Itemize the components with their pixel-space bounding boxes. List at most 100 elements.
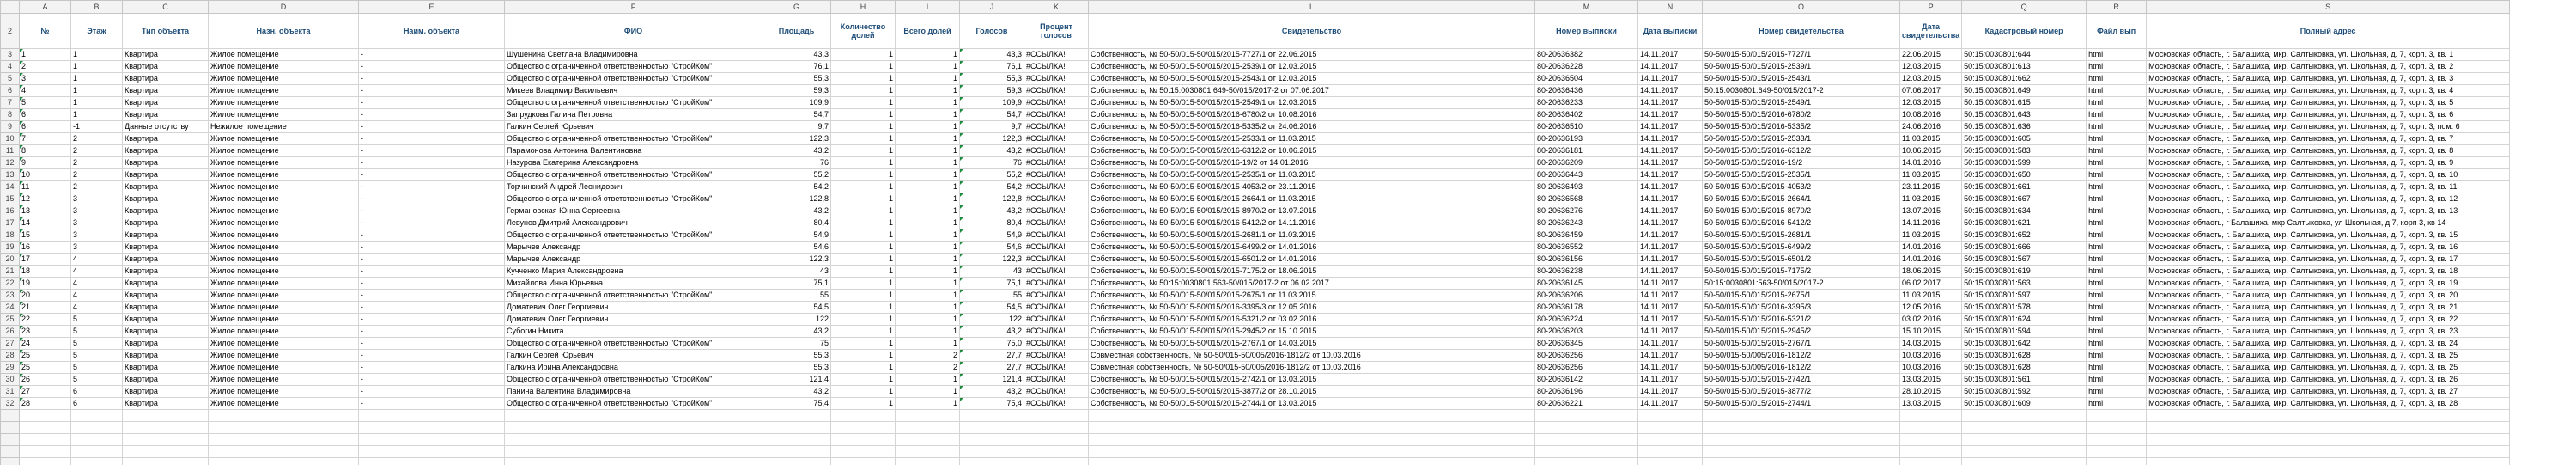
cell-q[interactable]: 50:15:0030801:634	[1961, 205, 2087, 217]
cell-f[interactable]: Запрудкова Галина Петровна	[504, 108, 762, 121]
empty-cell[interactable]	[762, 433, 831, 446]
cell-j[interactable]: 76	[959, 156, 1024, 169]
empty-cell[interactable]	[959, 457, 1024, 465]
cell-r[interactable]: html	[2086, 193, 2148, 205]
empty-cell[interactable]	[70, 457, 123, 465]
cell-g[interactable]: 76,1	[762, 60, 831, 73]
cell-e[interactable]: -	[358, 337, 505, 350]
cell-l[interactable]: Собственность, № 50-50/015-50/015/2016-5…	[1088, 120, 1535, 133]
cell-nn[interactable]: 14.11.2017	[1637, 385, 1703, 398]
cell-s[interactable]: Московская область, г. Балашиха, мкр. Са…	[2146, 361, 2511, 374]
row-header[interactable]: 22	[0, 277, 20, 290]
cell-e[interactable]: -	[358, 120, 505, 133]
spreadsheet-grid[interactable]: ABCDEFGHIJKLMNOPQRS 2 № Этаж Тип объекта На…	[0, 0, 2511, 465]
cell-e[interactable]: -	[358, 265, 505, 278]
row-header[interactable]: 25	[0, 313, 20, 326]
cell-h[interactable]: 1	[830, 361, 896, 374]
cell-j[interactable]: 122,3	[959, 253, 1024, 266]
cell-l[interactable]: Собственность, № 50-50/015-50/015/2015-6…	[1088, 241, 1535, 254]
cell-a[interactable]: 1	[19, 48, 71, 61]
cell-r[interactable]: html	[2086, 72, 2148, 85]
cell-h[interactable]: 1	[830, 96, 896, 109]
cell-m[interactable]: 80-20636459	[1534, 229, 1638, 242]
cell-r[interactable]: html	[2086, 349, 2148, 362]
cell-r[interactable]: html	[2086, 313, 2148, 326]
row-header[interactable]: 8	[0, 108, 20, 121]
cell-k[interactable]: #ССЫЛКА!	[1024, 156, 1089, 169]
cell-i[interactable]: 2	[895, 361, 960, 374]
column-header-r[interactable]: R	[2086, 0, 2148, 14]
cell-nn[interactable]: 14.11.2017	[1637, 241, 1703, 254]
cell-a[interactable]: 12	[19, 193, 71, 205]
cell-q[interactable]: 50:15:0030801:619	[1961, 265, 2087, 278]
cell-o[interactable]: 50-50/015-50/015/2015-2533/1	[1702, 132, 1900, 145]
cell-d[interactable]: Жилое помещение	[208, 60, 359, 73]
empty-cell[interactable]	[895, 445, 960, 458]
empty-cell[interactable]	[2086, 421, 2148, 434]
cell-i[interactable]: 1	[895, 60, 960, 73]
cell-a[interactable]: 14	[19, 217, 71, 229]
cell-q[interactable]: 50:15:0030801:621	[1961, 217, 2087, 229]
cell-r[interactable]: html	[2086, 253, 2148, 266]
cell-e[interactable]: -	[358, 72, 505, 85]
cell-h[interactable]: 1	[830, 289, 896, 302]
empty-cell[interactable]	[959, 445, 1024, 458]
cell-m[interactable]: 80-20636552	[1534, 241, 1638, 254]
header-cell[interactable]: Полный адрес	[2146, 13, 2511, 49]
empty-cell[interactable]	[830, 433, 896, 446]
empty-cell[interactable]	[358, 433, 505, 446]
cell-j[interactable]: 27,7	[959, 361, 1024, 374]
cell-r[interactable]: html	[2086, 217, 2148, 229]
cell-q[interactable]: 50:15:0030801:636	[1961, 120, 2087, 133]
cell-a[interactable]: 10	[19, 168, 71, 181]
cell-h[interactable]: 1	[830, 84, 896, 97]
cell-a[interactable]: 2	[19, 60, 71, 73]
row-header[interactable]: 21	[0, 265, 20, 278]
cell-a[interactable]: 16	[19, 241, 71, 254]
cell-p[interactable]: 13.03.2015	[1899, 373, 1963, 386]
cell-c[interactable]: Квартира	[122, 361, 209, 374]
cell-p[interactable]: 14.01.2016	[1899, 241, 1963, 254]
cell-b[interactable]: 6	[70, 385, 123, 398]
cell-f[interactable]: Субогин Никита	[504, 325, 762, 338]
cell-l[interactable]: Совместная собственность, № 50-50/015-50…	[1088, 349, 1535, 362]
cell-r[interactable]: html	[2086, 180, 2148, 193]
cell-o[interactable]: 50-50/015-50/015/2016-6312/2	[1702, 144, 1900, 157]
cell-h[interactable]: 1	[830, 193, 896, 205]
cell-e[interactable]: -	[358, 48, 505, 61]
empty-cell[interactable]	[1088, 409, 1535, 422]
cell-s[interactable]: Московская область, г. Балашиха, мкр. Са…	[2146, 289, 2511, 302]
header-cell[interactable]: №	[19, 13, 71, 49]
cell-s[interactable]: Московская область, г. Балашиха, мкр. Са…	[2146, 144, 2511, 157]
cell-o[interactable]: 50-50/015-50/015/2015-2681/1	[1702, 229, 1900, 242]
cell-g[interactable]: 43,2	[762, 385, 831, 398]
cell-k[interactable]: #ССЫЛКА!	[1024, 48, 1089, 61]
cell-s[interactable]: Московская область, г. Балашиха, мкр. Са…	[2146, 265, 2511, 278]
cell-d[interactable]: Жилое помещение	[208, 96, 359, 109]
empty-cell[interactable]	[1899, 445, 1963, 458]
cell-f[interactable]: Общество с ограниченной ответственностью…	[504, 397, 762, 410]
cell-r[interactable]: html	[2086, 229, 2148, 242]
cell-d[interactable]: Жилое помещение	[208, 205, 359, 217]
cell-g[interactable]: 54,9	[762, 229, 831, 242]
cell-e[interactable]: -	[358, 144, 505, 157]
cell-o[interactable]: 50-50/015-50/015/2015-8970/2	[1702, 205, 1900, 217]
empty-cell[interactable]	[1088, 445, 1535, 458]
cell-b[interactable]: 1	[70, 72, 123, 85]
cell-j[interactable]: 55,3	[959, 72, 1024, 85]
cell-j[interactable]: 43,2	[959, 205, 1024, 217]
cell-nn[interactable]: 14.11.2017	[1637, 96, 1703, 109]
cell-p[interactable]: 10.06.2015	[1899, 144, 1963, 157]
cell-f[interactable]: Общество с ограниченной ответственностью…	[504, 72, 762, 85]
column-header-j[interactable]: J	[959, 0, 1024, 14]
cell-h[interactable]: 1	[830, 337, 896, 350]
cell-m[interactable]: 80-20636233	[1534, 96, 1638, 109]
cell-s[interactable]: Московская область, г. Балашиха, мкр. Са…	[2146, 337, 2511, 350]
empty-cell[interactable]	[1702, 433, 1900, 446]
cell-b[interactable]: 5	[70, 337, 123, 350]
cell-j[interactable]: 122,8	[959, 193, 1024, 205]
header-cell[interactable]: Файл вып	[2086, 13, 2148, 49]
empty-cell[interactable]	[762, 421, 831, 434]
cell-m[interactable]: 80-20636256	[1534, 349, 1638, 362]
cell-c[interactable]: Квартира	[122, 84, 209, 97]
